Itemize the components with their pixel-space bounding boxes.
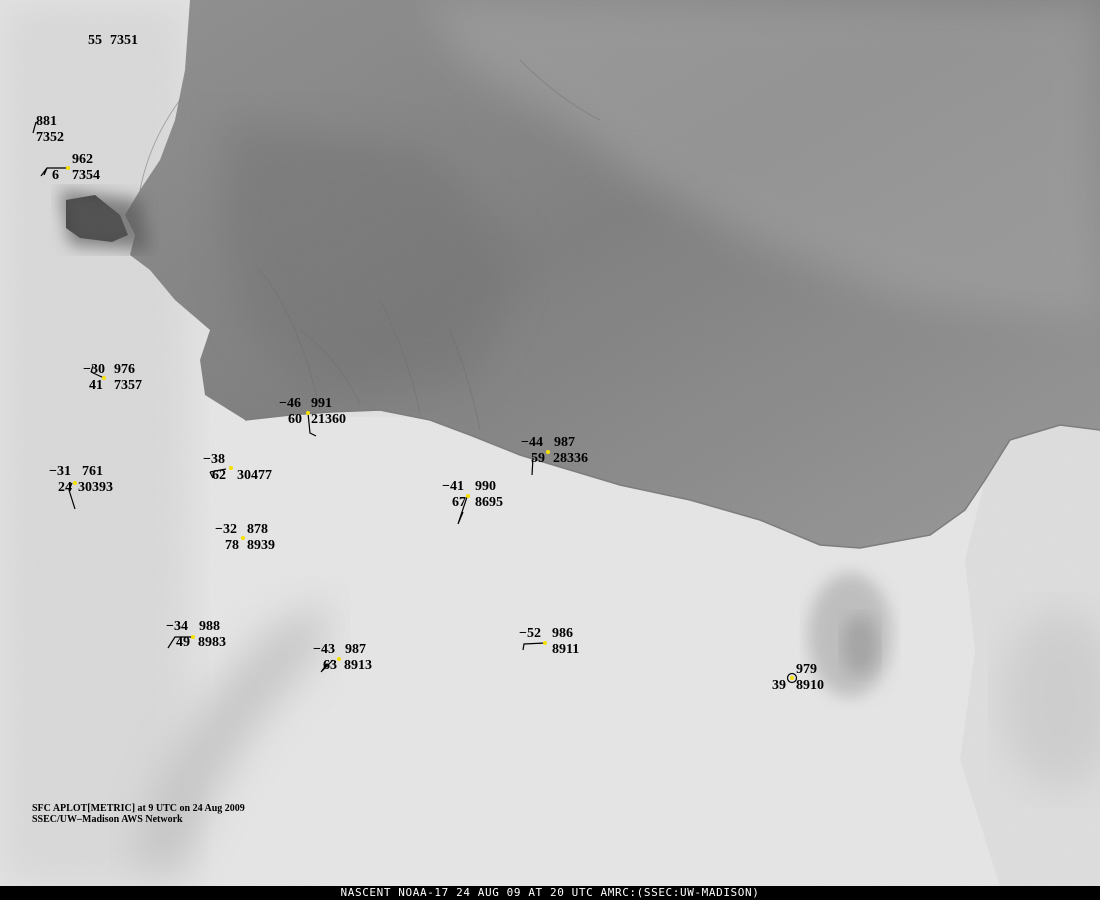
station-temperature: −31 (49, 464, 71, 479)
station-temperature: −32 (215, 522, 237, 537)
station-temperature: −41 (442, 479, 464, 494)
station-code: 7357 (114, 378, 142, 393)
station-dewpoint: 59 (531, 451, 545, 466)
station-code: 21360 (311, 412, 346, 427)
plot-caption: SFC APLOT[METRIC] at 9 UTC on 24 Aug 200… (32, 803, 245, 825)
station-pressure: 761 (82, 464, 103, 479)
station-pressure: 55 (88, 33, 102, 48)
station-code: 30393 (78, 480, 113, 495)
image-info-bar: NASCENT NOAA-17 24 AUG 09 AT 20 UTC AMRC… (0, 886, 1100, 900)
station-temperature: −38 (203, 452, 225, 467)
station-code: 8939 (247, 538, 275, 553)
station-code: 7351 (110, 33, 138, 48)
image-grain (0, 0, 1100, 886)
station-pressure: 878 (247, 522, 268, 537)
station-code: 8695 (475, 495, 503, 510)
satellite-map: 55 7351 881 7352 962 6 7354 −30 976 41 7… (0, 0, 1100, 900)
station-code: 7354 (72, 168, 100, 183)
station-pressure: 962 (72, 152, 93, 167)
station-temperature: −52 (519, 626, 541, 641)
station-dewpoint: 24 (58, 480, 72, 495)
station-pressure: 881 (36, 114, 57, 129)
station-code: 8983 (198, 635, 226, 650)
station-code: 8913 (344, 658, 372, 673)
station-pressure: 976 (114, 362, 135, 377)
station-dewpoint: 78 (225, 538, 239, 553)
caption-title: SFC APLOT[METRIC] at 9 UTC on 24 Aug 200… (32, 803, 245, 814)
station-pressure: 979 (796, 662, 817, 677)
station-dewpoint: 60 (288, 412, 302, 427)
station-pressure: 987 (554, 435, 575, 450)
station-dewpoint: 67 (452, 495, 466, 510)
station-dewpoint: 63 (323, 658, 337, 673)
station-dewpoint: 6 (52, 168, 59, 183)
station-temperature: −30 (83, 362, 105, 377)
caption-network: SSEC/UW–Madison AWS Network (32, 814, 183, 825)
station-pressure: 987 (345, 642, 366, 657)
station-dewpoint: 41 (89, 378, 103, 393)
station-pressure: 991 (311, 396, 332, 411)
station-code: 8911 (552, 642, 580, 657)
station-dewpoint: 62 (212, 468, 226, 483)
station-code: 7352 (36, 130, 64, 145)
station-pressure: 986 (552, 626, 573, 641)
station-temperature: −34 (166, 619, 188, 634)
station-code: 28336 (553, 451, 588, 466)
station-code: 30477 (237, 468, 272, 483)
station-temperature: −46 (279, 396, 301, 411)
station-temperature: −43 (313, 642, 335, 657)
station-temperature: −44 (521, 435, 543, 450)
station-pressure: 988 (199, 619, 220, 634)
station-dewpoint: 39 (772, 678, 786, 693)
station-code: 8910 (796, 678, 824, 693)
station-pressure: 990 (475, 479, 496, 494)
station-dewpoint: 49 (176, 635, 190, 650)
satellite-image (0, 0, 1100, 886)
